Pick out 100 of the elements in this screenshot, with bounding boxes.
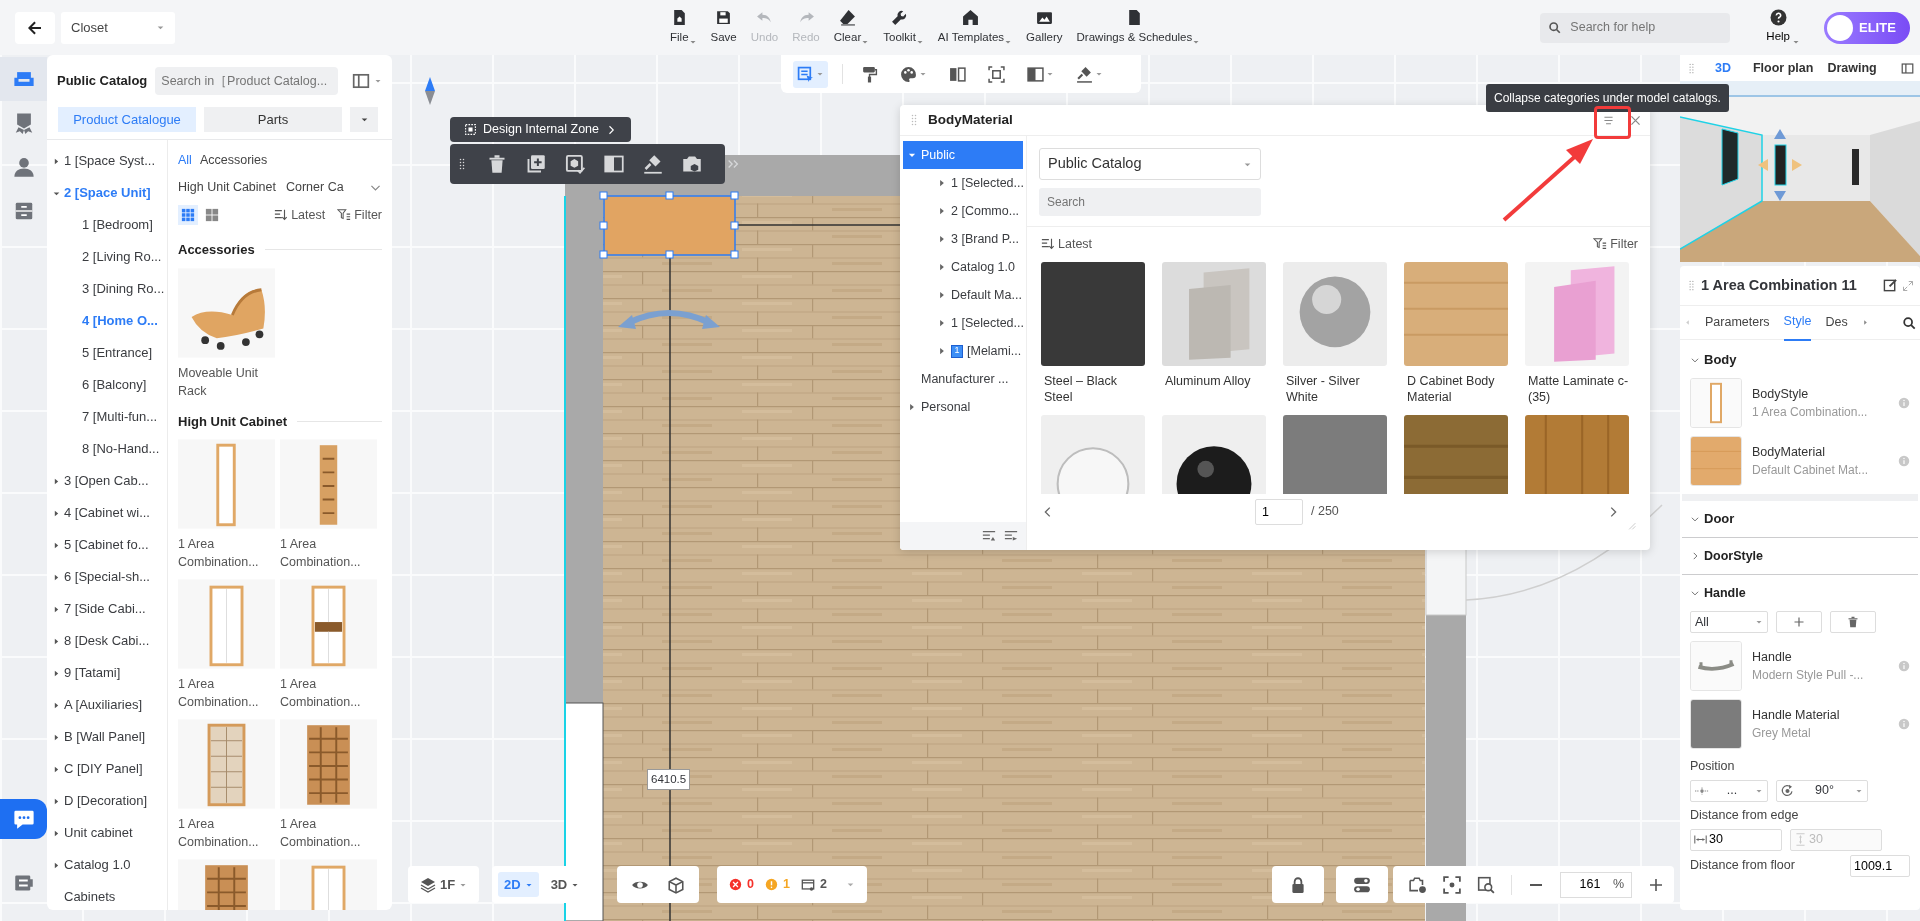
subcategory-link[interactable]: High Unit Cabinet bbox=[178, 177, 276, 197]
material-swatch[interactable] bbox=[1162, 261, 1266, 366]
view-tab[interactable]: Drawing bbox=[1823, 58, 1881, 78]
section-header[interactable]: Handle bbox=[1682, 579, 1918, 607]
material-swatch[interactable] bbox=[1041, 261, 1145, 366]
tree-item[interactable]: 1 [Selected... bbox=[903, 169, 1023, 197]
tree-item[interactable]: A [Auxiliaries] bbox=[47, 689, 167, 721]
panel-layout-icon[interactable] bbox=[1901, 61, 1914, 75]
tree-item[interactable]: Default Ma... bbox=[903, 281, 1023, 309]
distance-field[interactable]: 30 bbox=[1690, 828, 1782, 851]
focus-frame-icon[interactable] bbox=[1443, 875, 1461, 894]
view-mode-button[interactable]: 3D bbox=[544, 871, 586, 898]
help-search-input[interactable]: Search for help bbox=[1568, 17, 1719, 38]
tree-item[interactable]: Manufacturer ... bbox=[903, 365, 1023, 393]
tree-item[interactable]: 3 [Brand P... bbox=[903, 225, 1023, 253]
hexagon-check-icon[interactable] bbox=[565, 154, 585, 174]
tree-item[interactable]: D [Decoration] bbox=[47, 785, 167, 817]
cabinet-image[interactable] bbox=[280, 579, 377, 669]
tree-item[interactable]: 3 [Dining Ro... bbox=[47, 273, 167, 305]
material-swatch[interactable] bbox=[1525, 414, 1629, 494]
chat-button[interactable] bbox=[0, 799, 47, 839]
toolbar-menu-button[interactable]: AI Templates bbox=[932, 8, 1018, 47]
design-internal-zone-button[interactable]: Design Internal Zone bbox=[450, 117, 631, 142]
section-header[interactable]: Door bbox=[1682, 505, 1918, 533]
material-search-field[interactable]: Search bbox=[1039, 188, 1261, 216]
delete-button[interactable] bbox=[1830, 611, 1876, 633]
filter-link[interactable]: Filter bbox=[1593, 235, 1638, 254]
material-swatch[interactable] bbox=[1283, 414, 1387, 494]
help-button[interactable]: Help bbox=[1760, 8, 1806, 47]
property-tab[interactable]: Des bbox=[1825, 305, 1848, 340]
camera-gear-icon[interactable] bbox=[1409, 875, 1427, 894]
tree-item[interactable]: 5 [Entrance] bbox=[47, 337, 167, 369]
product-name[interactable]: 1 Area Combination... bbox=[178, 535, 275, 571]
search-icon[interactable] bbox=[1902, 315, 1916, 330]
filter-chip[interactable]: Accessories bbox=[199, 150, 268, 170]
project-dropdown[interactable]: Closet bbox=[61, 11, 175, 44]
lock-icon[interactable] bbox=[1289, 875, 1307, 894]
product-name[interactable]: 1 Area Combination... bbox=[178, 675, 275, 711]
brush-icon[interactable] bbox=[643, 154, 663, 174]
caret-down-icon[interactable] bbox=[374, 77, 382, 85]
caret-right-icon[interactable] bbox=[1861, 319, 1869, 326]
plus-icon[interactable] bbox=[1648, 876, 1664, 893]
tree-item[interactable]: 5 [Cabinet fo... bbox=[47, 529, 167, 561]
cabinet-image[interactable] bbox=[280, 719, 377, 809]
trash-icon[interactable] bbox=[487, 154, 507, 174]
toolbar-menu-button[interactable]: File bbox=[665, 8, 702, 47]
tree-item[interactable]: B [Wall Panel] bbox=[47, 721, 167, 753]
double-door-icon[interactable] bbox=[604, 154, 624, 174]
tree-item[interactable]: Catalog 1.0 bbox=[47, 849, 167, 881]
caret-down-icon[interactable] bbox=[845, 880, 855, 889]
tree-item[interactable]: 6 [Special-sh... bbox=[47, 561, 167, 593]
tree-item[interactable]: 7 [Multi-fun... bbox=[47, 401, 167, 433]
property-tab[interactable]: Parameters bbox=[1705, 305, 1770, 340]
toggle-switches-icon[interactable] bbox=[1353, 875, 1371, 894]
catalog-tab[interactable]: Product Catalogue bbox=[58, 107, 196, 132]
material-swatch[interactable] bbox=[1162, 414, 1266, 494]
toolbar-menu-button[interactable]: Save bbox=[705, 8, 742, 47]
filter-select[interactable]: All bbox=[1690, 611, 1768, 633]
collapse-all-icon[interactable] bbox=[1004, 529, 1018, 543]
distance-field[interactable]: 1009.1 bbox=[1850, 854, 1910, 877]
material-swatch[interactable] bbox=[1525, 261, 1629, 366]
material-swatch[interactable] bbox=[1404, 261, 1508, 366]
product-name[interactable]: 1 Area Combination... bbox=[280, 535, 377, 571]
tree-item[interactable]: Public bbox=[903, 141, 1023, 169]
product-thumbnail[interactable] bbox=[1690, 641, 1742, 691]
tree-item[interactable]: 4 [Cabinet wi... bbox=[47, 497, 167, 529]
view-toggle[interactable] bbox=[178, 205, 198, 225]
tree-item[interactable]: 7 [Side Cabi... bbox=[47, 593, 167, 625]
page-field[interactable]: 1 bbox=[1255, 498, 1303, 525]
back-button[interactable] bbox=[15, 11, 55, 44]
tree-item[interactable]: 9 [Tatami] bbox=[47, 657, 167, 689]
expand-all-icon[interactable] bbox=[982, 529, 996, 543]
view-tab[interactable]: 3D bbox=[1703, 58, 1743, 78]
sidebar-tab[interactable] bbox=[0, 57, 47, 101]
catalog-search-field[interactable]: Search in［Product Catalog... bbox=[155, 67, 339, 95]
duplicate-icon[interactable] bbox=[526, 154, 546, 174]
view-tab[interactable]: Floor plan bbox=[1749, 58, 1818, 78]
catalog-select[interactable]: Public Catalog bbox=[1039, 148, 1261, 180]
tree-item[interactable]: 3 [Open Cab... bbox=[47, 465, 167, 497]
expand-icon[interactable] bbox=[1902, 279, 1914, 292]
toolbar-menu-button[interactable]: Gallery bbox=[1021, 8, 1068, 47]
zoom-page-icon[interactable] bbox=[1477, 875, 1495, 894]
error-icon[interactable] bbox=[729, 878, 742, 891]
window-icon[interactable] bbox=[800, 877, 815, 892]
help-search-field[interactable]: Search for help bbox=[1540, 12, 1731, 43]
cabinet-image[interactable] bbox=[178, 719, 275, 809]
tree-item[interactable]: 2 [Living Ro... bbox=[47, 241, 167, 273]
tree-item[interactable]: C [DIY Panel] bbox=[47, 753, 167, 785]
floor-dropdown[interactable]: 1F bbox=[414, 871, 474, 898]
material-swatch[interactable] bbox=[1690, 699, 1742, 749]
product-thumbnail[interactable] bbox=[1690, 378, 1742, 428]
tree-item[interactable]: Unit cabinet bbox=[47, 817, 167, 849]
section-header[interactable]: Body bbox=[1682, 346, 1918, 374]
tree-item[interactable]: 1 [Selected... bbox=[903, 309, 1023, 337]
tree-item[interactable]: 1 [Bedroom] bbox=[47, 209, 167, 241]
edit-icon[interactable] bbox=[1883, 278, 1898, 293]
tree-item[interactable]: 2 [Space Unit] bbox=[47, 177, 167, 209]
rack-image[interactable] bbox=[178, 267, 275, 358]
tree-item[interactable]: 8 [No-Hand... bbox=[47, 433, 167, 465]
zoom-field[interactable]: 161 % bbox=[1560, 871, 1632, 898]
